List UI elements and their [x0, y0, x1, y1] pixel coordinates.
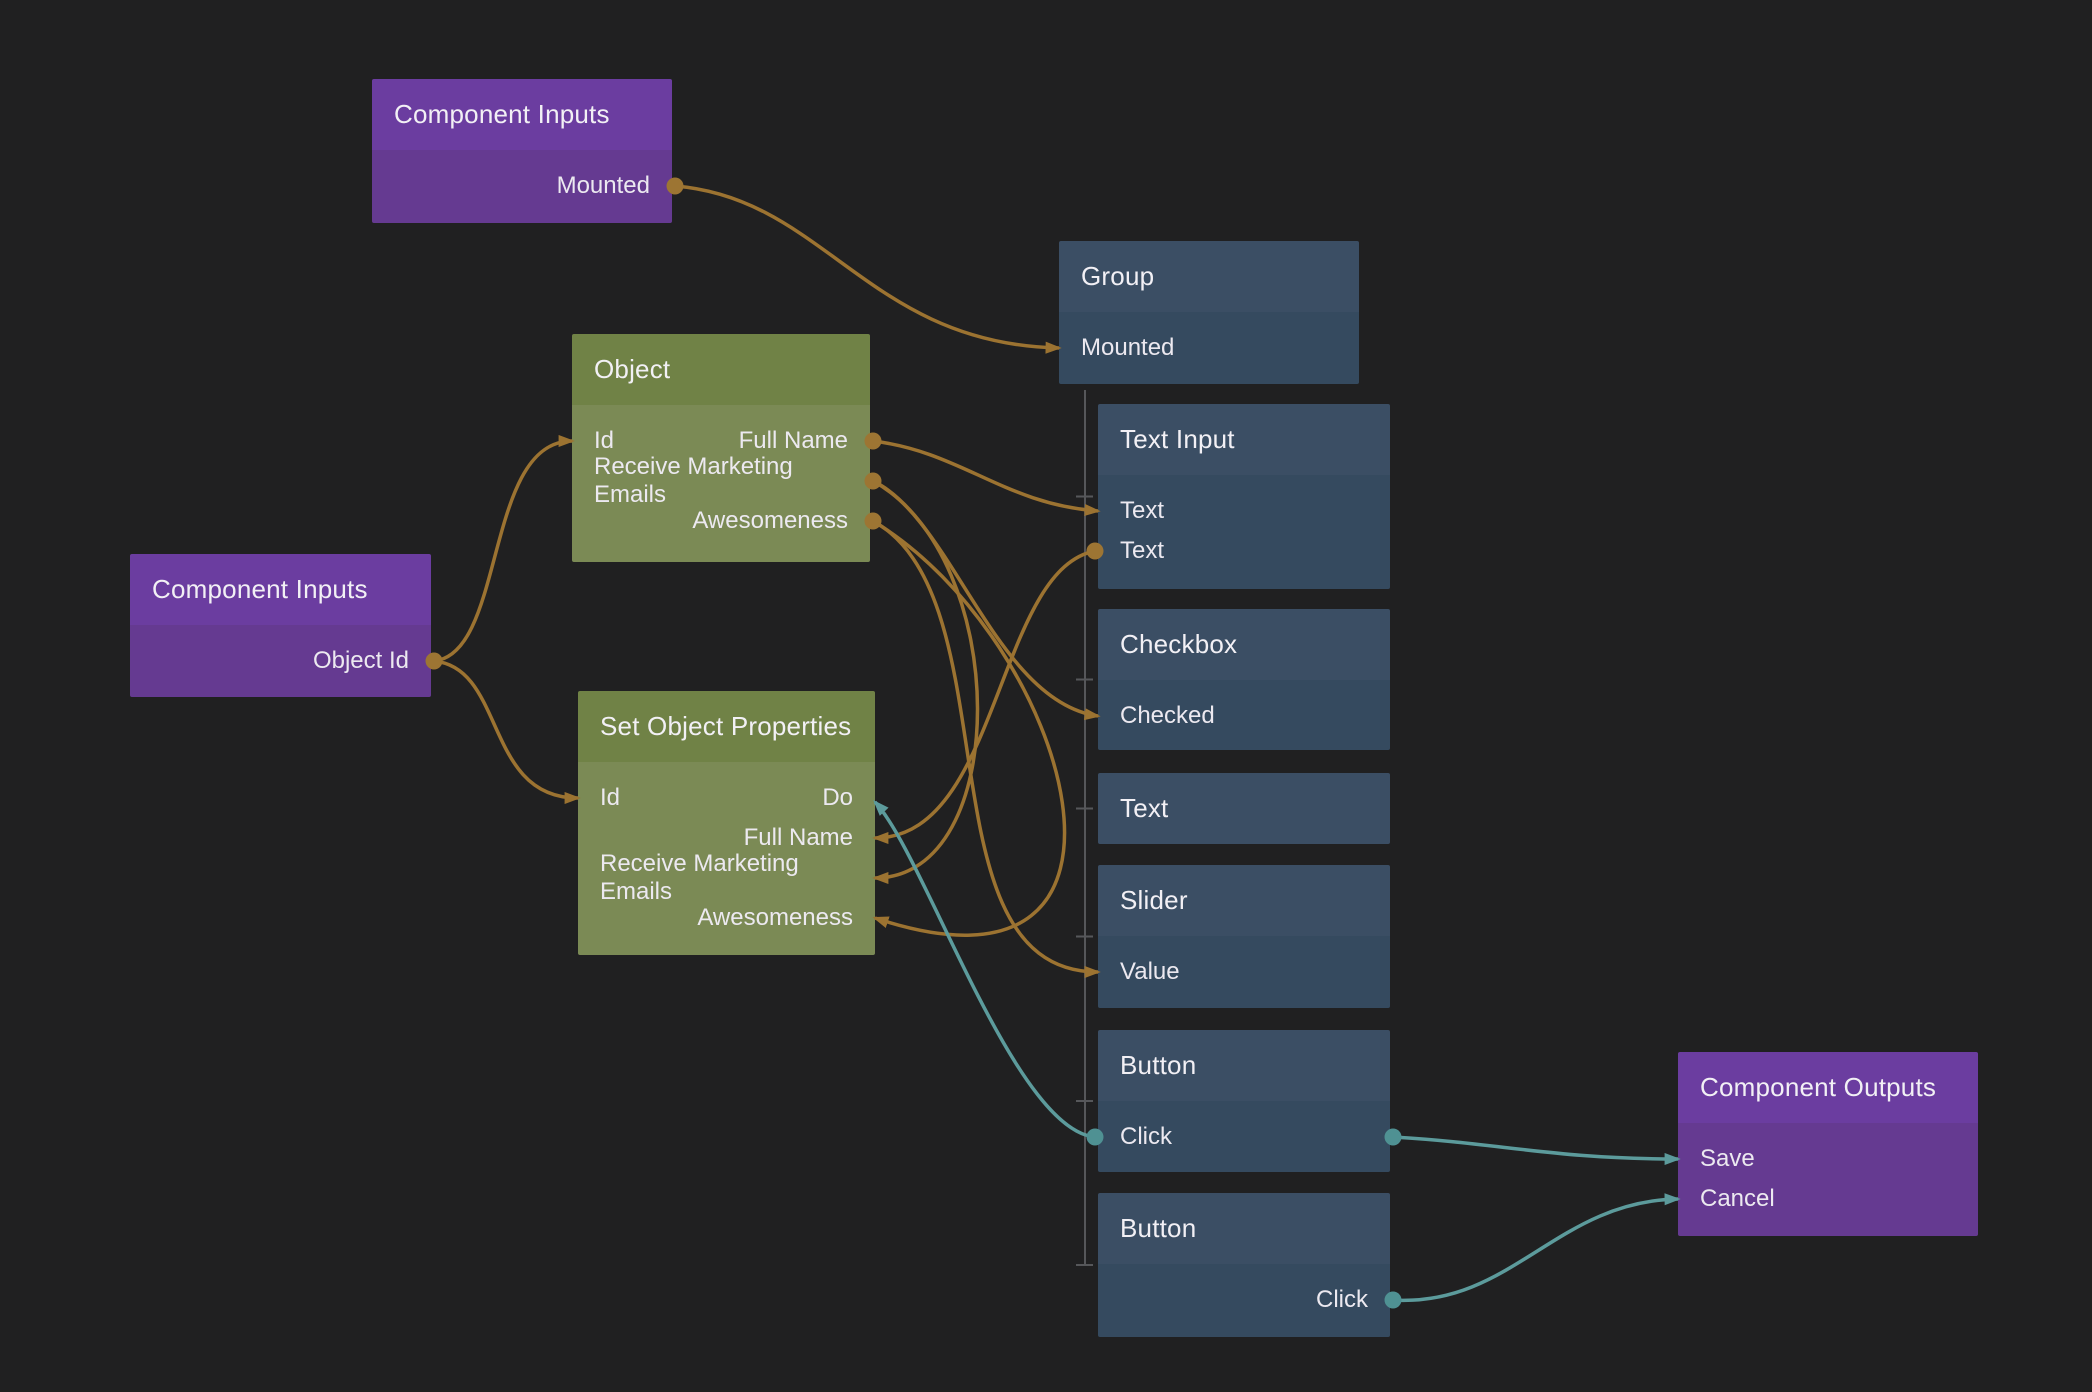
node-title: Group — [1081, 261, 1154, 292]
node-body: Mounted — [1059, 312, 1359, 384]
port-label: Cancel — [1700, 1185, 1775, 1213]
port-label: Full Name — [744, 824, 853, 852]
node-title: Component Outputs — [1700, 1072, 1936, 1103]
port-row: Receive Marketing Emails — [578, 858, 875, 898]
port-row: Click — [1098, 1117, 1390, 1157]
node-button1[interactable]: Button Click — [1098, 1030, 1390, 1172]
node-body: Mounted — [372, 150, 672, 223]
port-label: Text — [1120, 537, 1164, 565]
node-header[interactable]: Component Outputs — [1678, 1052, 1978, 1123]
port-label: Value — [1120, 958, 1180, 986]
port-row: Checked — [1098, 696, 1390, 736]
port-row: Receive Marketing Emails — [572, 461, 870, 501]
node-title: Component Inputs — [394, 99, 610, 130]
port-label: Awesomeness — [692, 507, 848, 535]
port-label: Save — [1700, 1145, 1755, 1173]
port-label: Id — [594, 427, 614, 455]
node-body: IdFull NameReceive Marketing EmailsAweso… — [572, 405, 870, 562]
node-text[interactable]: Text — [1098, 773, 1390, 844]
node-body: Click — [1098, 1264, 1390, 1337]
port-row: Click — [1098, 1280, 1390, 1320]
port-row: Cancel — [1678, 1179, 1978, 1219]
node-sop[interactable]: Set Object PropertiesIdDoFull NameReceiv… — [578, 691, 875, 955]
port-label: Object Id — [313, 647, 409, 675]
node-title: Checkbox — [1120, 629, 1237, 660]
node-body: Object Id — [130, 625, 431, 697]
node-title: Text — [1120, 793, 1168, 824]
port-label: Awesomeness — [697, 904, 853, 932]
node-ci-left[interactable]: Component Inputs Object Id — [130, 554, 431, 697]
group-children-line — [1076, 390, 1093, 1265]
node-header[interactable]: Set Object Properties — [578, 691, 875, 762]
node-title: Component Inputs — [152, 574, 368, 605]
node-co[interactable]: Component Outputs Save Cancel — [1678, 1052, 1978, 1236]
node-slider[interactable]: Slider Value — [1098, 865, 1390, 1008]
node-header[interactable]: Component Inputs — [130, 554, 431, 625]
node-header[interactable]: Slider — [1098, 865, 1390, 936]
node-body: IdDoFull NameReceive Marketing EmailsAwe… — [578, 762, 875, 955]
node-graph-canvas[interactable]: Component Inputs Mounted Group Mounted Objec… — [0, 0, 2092, 1392]
node-header[interactable]: Group — [1059, 241, 1359, 312]
node-body: Click — [1098, 1101, 1390, 1172]
node-title: Button — [1120, 1050, 1196, 1081]
node-checkbox[interactable]: Checkbox Checked — [1098, 609, 1390, 750]
port-label: Text — [1120, 497, 1164, 525]
port-label: Id — [600, 784, 620, 812]
port-row: Value — [1098, 952, 1390, 992]
port-row: Text — [1098, 531, 1390, 571]
port-label: Click — [1120, 1123, 1172, 1151]
port-row: Save — [1678, 1139, 1978, 1179]
connection-wire[interactable] — [675, 186, 1059, 348]
node-header[interactable]: Component Inputs — [372, 79, 672, 150]
port-row: Id Do — [578, 778, 875, 818]
connection-wire[interactable] — [873, 441, 1098, 511]
connection-wire[interactable] — [875, 551, 1095, 838]
node-body: Save Cancel — [1678, 1123, 1978, 1236]
node-object[interactable]: ObjectIdFull NameReceive Marketing Email… — [572, 334, 870, 562]
port-label: Click — [1316, 1286, 1368, 1314]
port-label: Mounted — [1081, 334, 1174, 362]
port-label: Checked — [1120, 702, 1215, 730]
node-group[interactable]: Group Mounted — [1059, 241, 1359, 384]
port-label: Receive Marketing Emails — [594, 453, 848, 509]
connection-wire[interactable] — [1393, 1137, 1678, 1159]
port-label: Receive Marketing Emails — [600, 850, 853, 906]
node-button2[interactable]: Button Click — [1098, 1193, 1390, 1337]
port-row: Mounted — [372, 166, 672, 206]
port-row: Text — [1098, 491, 1390, 531]
node-ci-top[interactable]: Component Inputs Mounted — [372, 79, 672, 223]
port-label: Full Name — [739, 427, 848, 455]
node-body: Text Text — [1098, 475, 1390, 589]
node-header[interactable]: Text Input — [1098, 404, 1390, 475]
port-label: Mounted — [557, 172, 650, 200]
node-header[interactable]: Object — [572, 334, 870, 405]
connection-wire[interactable] — [873, 521, 1065, 935]
node-body: Value — [1098, 936, 1390, 1008]
connection-wire[interactable] — [1393, 1199, 1678, 1300]
node-title: Text Input — [1120, 424, 1235, 455]
port-row: Mounted — [1059, 328, 1359, 368]
node-title: Object — [594, 354, 670, 385]
connection-wire[interactable] — [434, 661, 578, 798]
connection-wire[interactable] — [873, 481, 1098, 716]
connection-wire[interactable] — [873, 481, 978, 878]
node-text-input[interactable]: Text Input Text Text — [1098, 404, 1390, 589]
connection-wire[interactable] — [873, 521, 1098, 972]
node-title: Slider — [1120, 885, 1188, 916]
node-header[interactable]: Button — [1098, 1193, 1390, 1264]
connection-wire[interactable] — [875, 802, 1095, 1137]
node-title: Button — [1120, 1213, 1196, 1244]
connection-wire[interactable] — [434, 441, 572, 661]
node-header[interactable]: Button — [1098, 1030, 1390, 1101]
node-body: Checked — [1098, 680, 1390, 750]
node-header[interactable]: Text — [1098, 773, 1390, 844]
node-title: Set Object Properties — [600, 711, 851, 742]
port-label: Do — [822, 784, 853, 812]
port-row: Object Id — [130, 641, 431, 681]
node-header[interactable]: Checkbox — [1098, 609, 1390, 680]
